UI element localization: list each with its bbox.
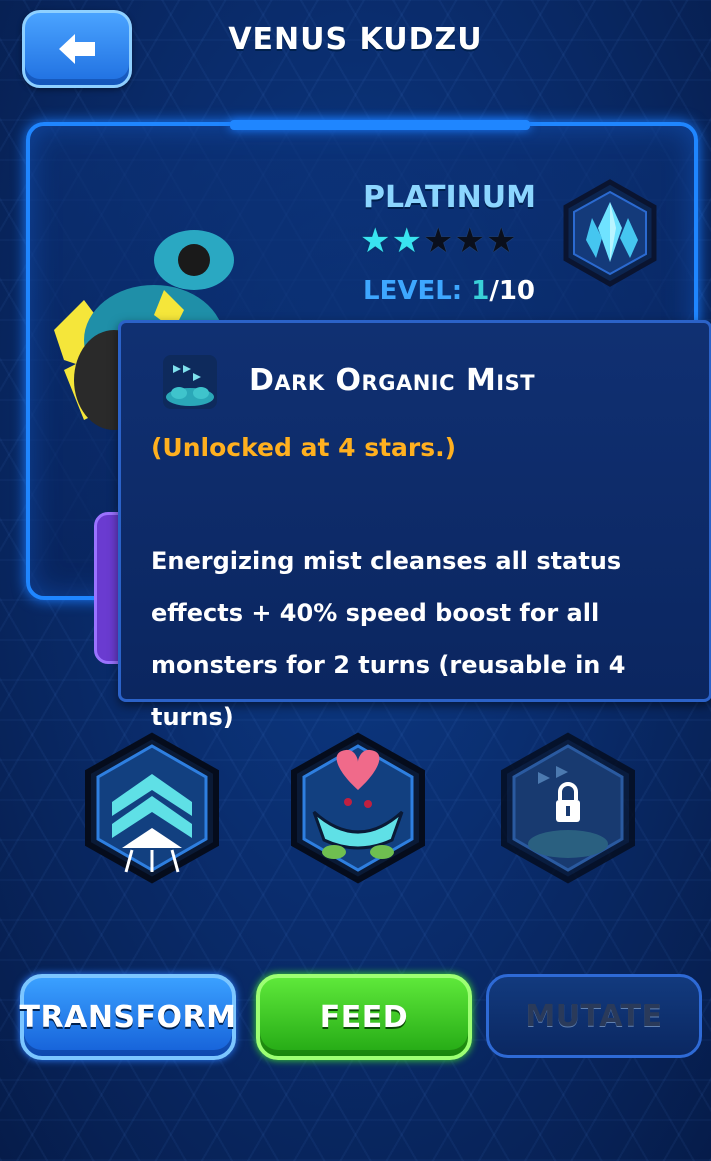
unlock-requirement: (Unlocked at 4 stars.) bbox=[151, 433, 457, 462]
rarity-label: PLATINUM bbox=[363, 180, 536, 215]
crystal-icon bbox=[563, 179, 657, 287]
chevron-spike-icon[interactable] bbox=[82, 732, 222, 884]
level-label: LEVEL: bbox=[363, 276, 463, 306]
ability-description: Energizing mist cleanses all status effe… bbox=[151, 547, 626, 731]
transform-button[interactable]: TRANSFORM bbox=[20, 974, 236, 1060]
level-current: 1 bbox=[471, 276, 490, 306]
star-filled-icon: ★ bbox=[391, 221, 422, 261]
star-empty-icon: ★ bbox=[422, 221, 454, 261]
feed-button[interactable]: FEED bbox=[256, 974, 472, 1060]
mutate-button[interactable]: MUTATE bbox=[486, 974, 702, 1058]
mist-lock-icon[interactable] bbox=[498, 732, 638, 884]
heart-plant-icon[interactable] bbox=[288, 732, 428, 884]
page-title: VENUS KUDZU bbox=[228, 22, 483, 57]
ability-title: Dark Organic Mist bbox=[249, 363, 536, 398]
level-max: /10 bbox=[489, 276, 536, 306]
ability-tooltip: Dark Organic Mist (Unlocked at 4 stars.)… bbox=[118, 320, 711, 731]
star-rating: ★ ★ ★ ★ ★ bbox=[360, 224, 516, 258]
card-notch bbox=[230, 120, 530, 130]
star-filled-icon: ★ bbox=[360, 221, 391, 261]
star-empty-icon: ★ bbox=[454, 221, 485, 261]
mist-icon bbox=[163, 355, 217, 409]
level-readout: LEVEL: 1/10 bbox=[363, 276, 535, 306]
star-empty-icon: ★ bbox=[485, 221, 517, 261]
